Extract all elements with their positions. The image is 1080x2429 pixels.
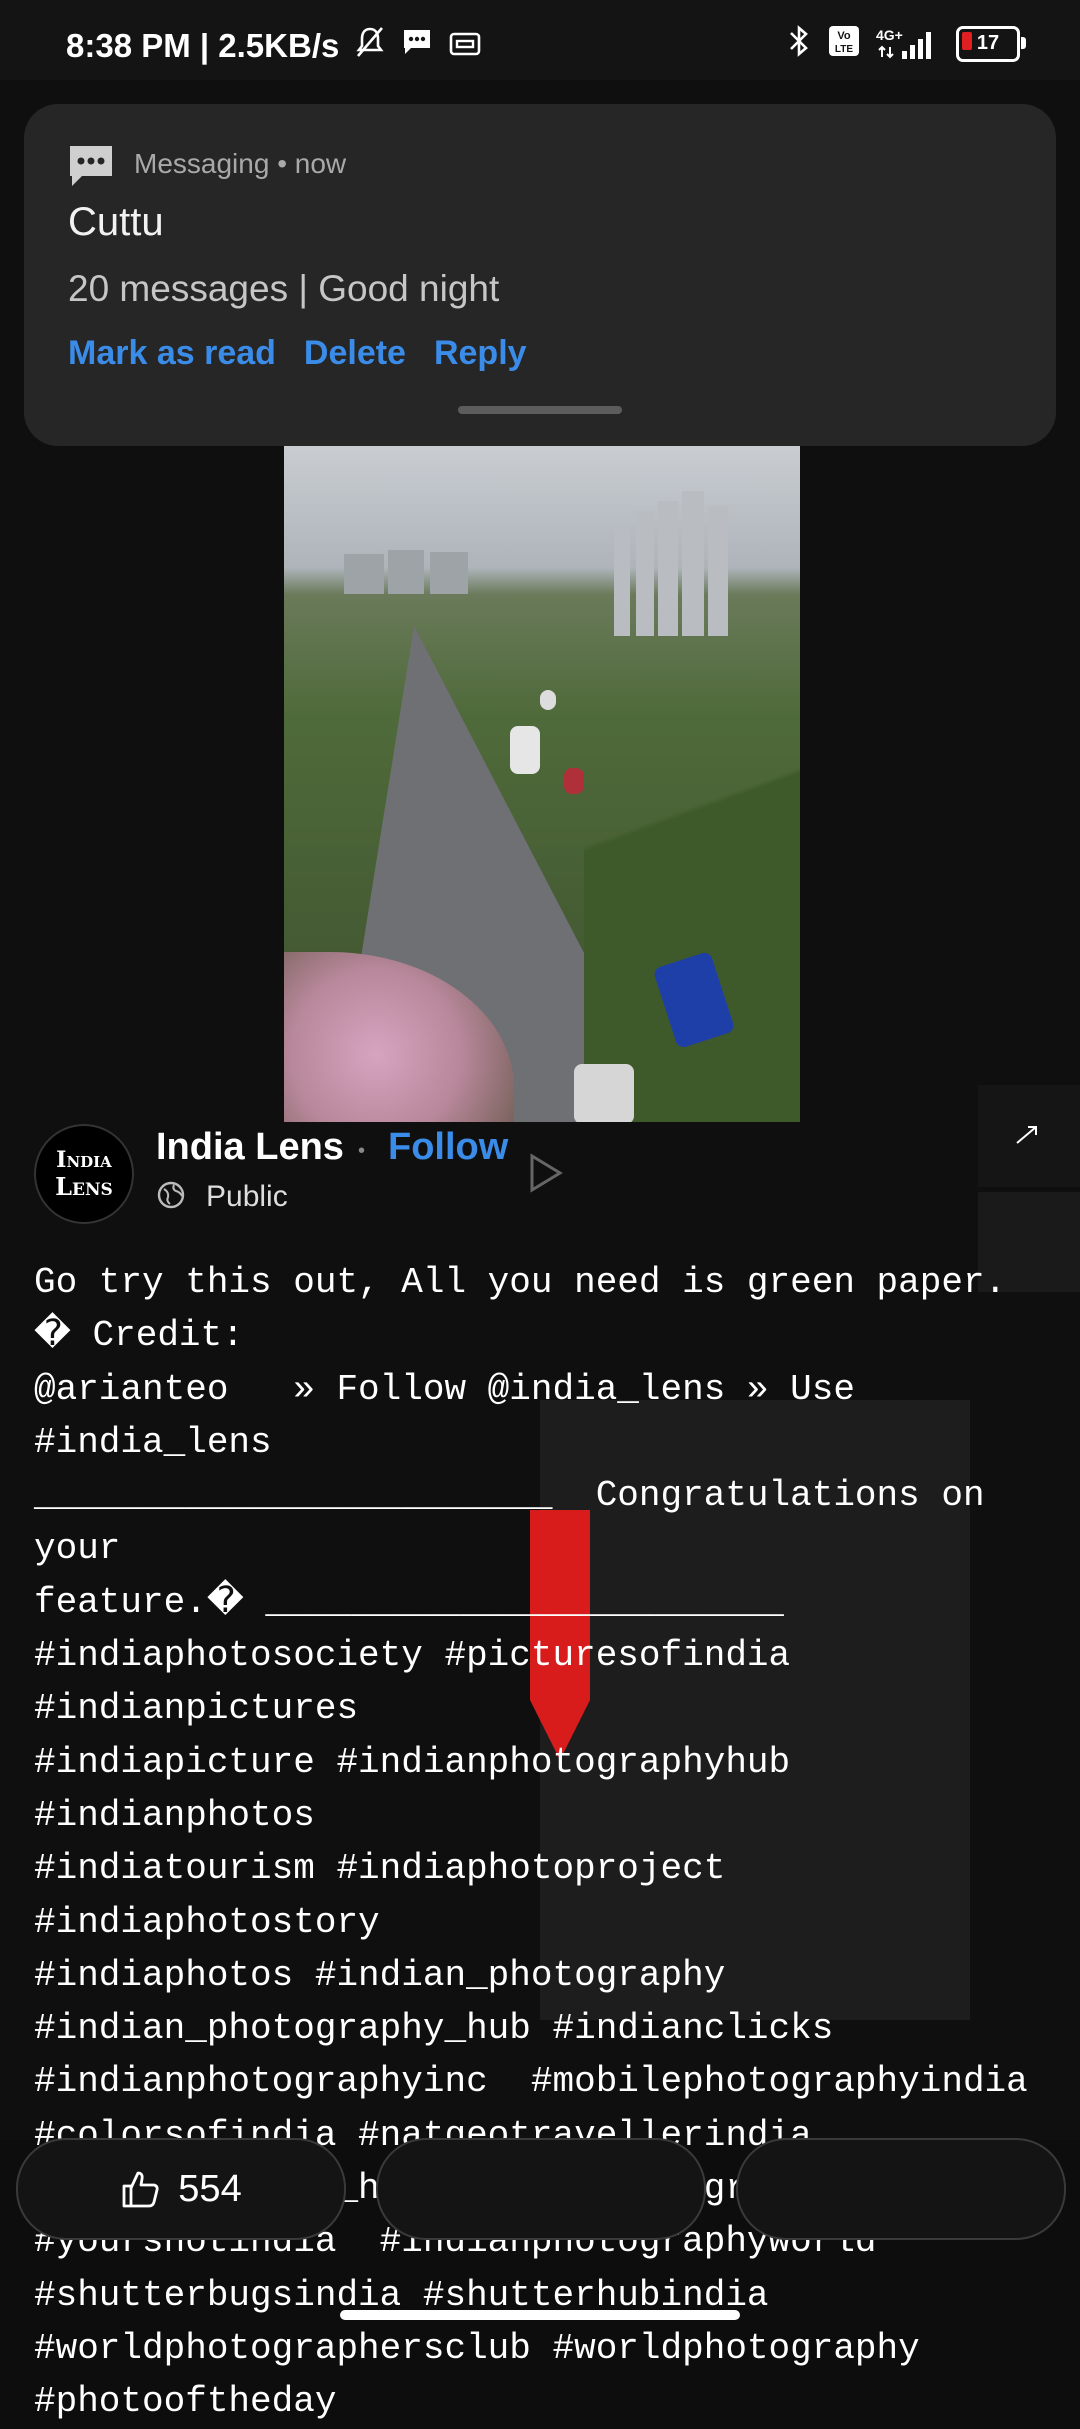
status-right: Vo LTE 4G+ 17 xyxy=(786,24,1026,63)
notification-time: now xyxy=(294,148,347,179)
home-indicator[interactable] xyxy=(340,2310,740,2320)
notification-card[interactable]: Messaging • now Cuttu 20 messages | Good… xyxy=(24,104,1056,446)
video-thumbnail[interactable] xyxy=(284,446,800,1122)
audience-label: Public xyxy=(206,1180,288,1213)
avatar[interactable]: India Lens xyxy=(34,1124,134,1224)
status-time: 8:38 PM | 2.5KB/s xyxy=(66,27,340,64)
notification-app-name: Messaging • now xyxy=(134,148,346,180)
comment-button[interactable] xyxy=(376,2138,706,2240)
delete-button[interactable]: Delete xyxy=(304,334,406,373)
card-icon xyxy=(449,27,481,65)
post-caption: Go try this out, All you need is green p… xyxy=(34,1262,1028,2423)
separator-dot: • xyxy=(358,1140,366,1162)
car xyxy=(564,768,584,794)
like-count: 554 xyxy=(178,2167,242,2210)
building xyxy=(388,550,424,594)
thumbs-up-icon xyxy=(122,2171,159,2208)
separator-dot: • xyxy=(277,148,295,179)
building xyxy=(430,552,468,594)
building xyxy=(344,554,384,594)
battery-icon: 17 xyxy=(956,25,1026,62)
globe-icon xyxy=(157,1181,185,1209)
svg-text:Vo: Vo xyxy=(837,30,851,42)
status-left: 8:38 PM | 2.5KB/s xyxy=(66,26,481,66)
battery-level: 17 xyxy=(976,32,1000,54)
bluetooth-icon xyxy=(786,24,812,63)
signal-icon: 4G+ xyxy=(876,27,940,61)
notification-actions: Mark as read Delete Reply xyxy=(68,334,527,373)
share-button[interactable] xyxy=(736,2138,1066,2240)
reply-button[interactable]: Reply xyxy=(434,334,527,373)
svg-text:LTE: LTE xyxy=(835,44,853,55)
truck xyxy=(510,726,540,774)
mute-bell-icon xyxy=(355,26,385,66)
notification-sender: Cuttu xyxy=(68,200,164,244)
notification-message: 20 messages | Good night xyxy=(68,268,500,309)
follow-button[interactable]: Follow xyxy=(388,1126,508,1169)
car xyxy=(540,690,556,710)
notification-app: Messaging xyxy=(134,148,270,179)
truck xyxy=(574,1064,634,1122)
play-icon xyxy=(530,1153,563,1193)
drag-handle[interactable] xyxy=(458,406,622,414)
messaging-app-icon xyxy=(70,146,112,186)
author-name[interactable]: India Lens xyxy=(156,1126,344,1169)
avatar-text-line2: Lens xyxy=(55,1172,113,1201)
message-icon xyxy=(401,27,433,65)
status-bar: 8:38 PM | 2.5KB/s Vo LTE 4G+ 17 xyxy=(0,0,1080,80)
volte-icon: Vo LTE xyxy=(828,25,860,62)
like-button[interactable]: 554 xyxy=(16,2138,346,2240)
expand-icon xyxy=(1016,1126,1037,1144)
avatar-text-line1: India xyxy=(56,1147,112,1173)
fullscreen-button[interactable] xyxy=(978,1085,1080,1187)
mark-as-read-button[interactable]: Mark as read xyxy=(68,334,276,373)
